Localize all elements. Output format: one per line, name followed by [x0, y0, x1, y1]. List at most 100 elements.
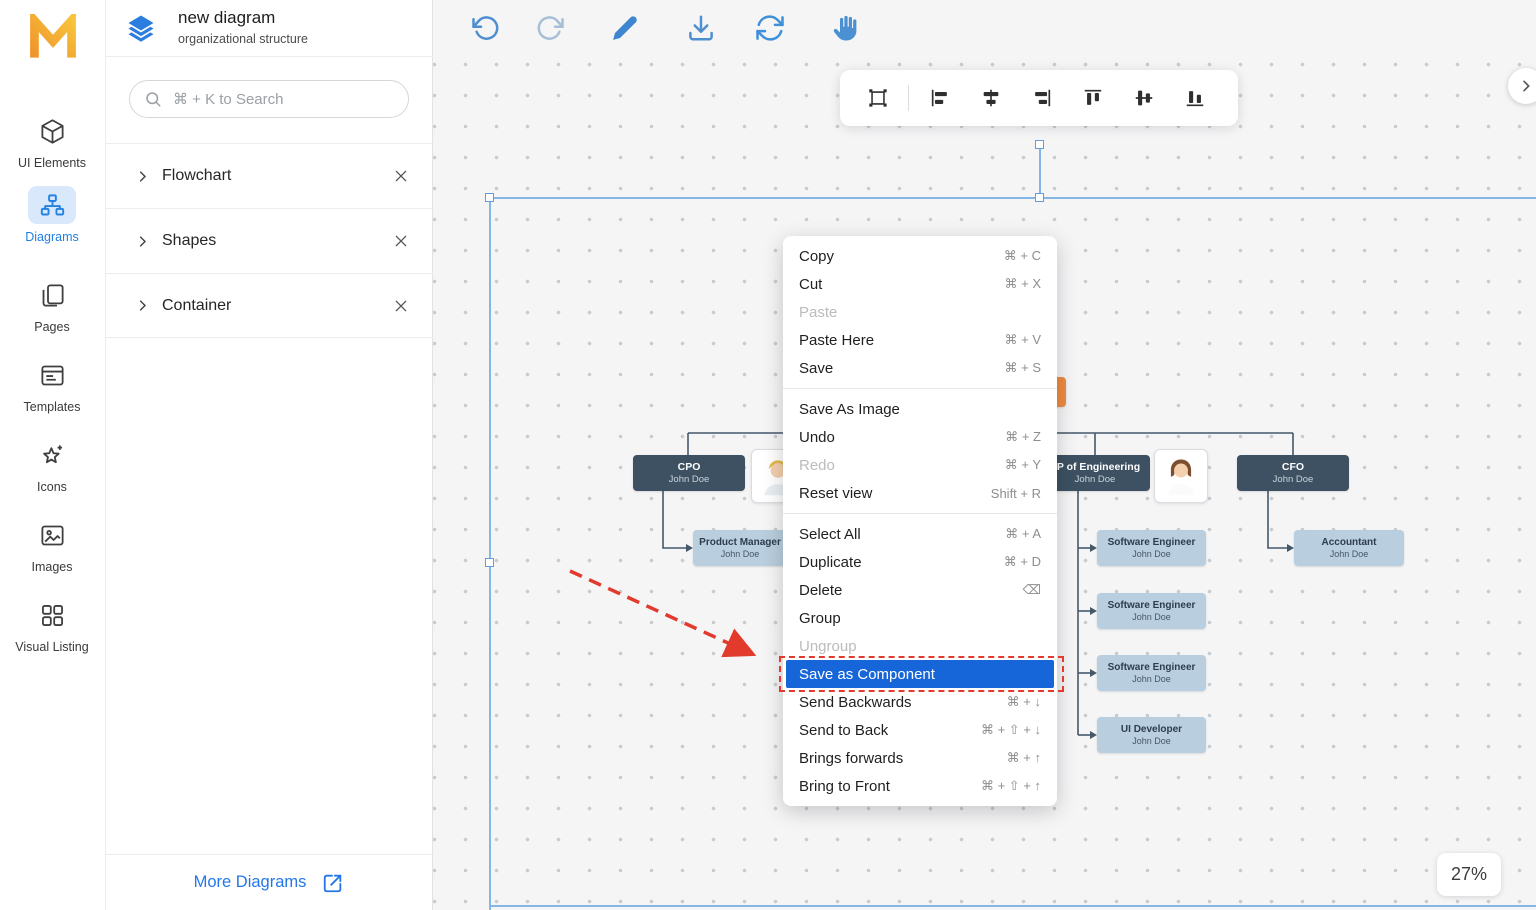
menu-label: Send Backwards	[799, 694, 912, 711]
menu-item-send-backwards[interactable]: Send Backwards⌘ + ↓	[783, 688, 1057, 716]
menu-divider	[783, 388, 1057, 389]
org-node-cfo[interactable]: CFO John Doe	[1237, 455, 1349, 491]
close-icon[interactable]	[393, 233, 409, 249]
node-title: Accountant	[1322, 537, 1377, 548]
selection-handle-top-center[interactable]	[1035, 193, 1044, 202]
menu-item-cut[interactable]: Cut ⌘ + X	[783, 270, 1057, 298]
sidebar-item-templates[interactable]: Templates	[0, 356, 104, 414]
align-middle-vertical-icon[interactable]	[1118, 87, 1169, 109]
menu-label: Send to Back	[799, 722, 888, 739]
org-node-product-manager[interactable]: Product Manager John Doe	[693, 530, 787, 566]
align-bottom-icon[interactable]	[1169, 87, 1220, 109]
org-node-accountant[interactable]: Accountant John Doe	[1294, 530, 1404, 566]
more-diagrams-link[interactable]: More Diagrams	[105, 854, 433, 910]
sync-icon[interactable]	[755, 13, 785, 43]
avatar[interactable]	[1154, 449, 1208, 503]
align-top-icon[interactable]	[1067, 87, 1118, 109]
more-diagrams-label: More Diagrams	[194, 873, 307, 892]
pen-icon[interactable]	[610, 13, 640, 43]
chevron-right-icon[interactable]	[135, 234, 150, 249]
menu-shortcut: ⌘ + X	[1005, 276, 1042, 292]
menu-item-paste-here[interactable]: Paste Here⌘ + V	[783, 326, 1057, 354]
menu-item-bring-to-front[interactable]: Bring to Front⌘ + ⇧ + ↑	[783, 772, 1057, 800]
node-title: CFO	[1282, 461, 1304, 473]
menu-label: Group	[799, 610, 841, 627]
menu-item-duplicate[interactable]: Duplicate ⌘ + D	[783, 548, 1057, 576]
left-panel: new diagram organizational structure Flo…	[105, 0, 433, 910]
menu-label: Save as Component	[799, 666, 935, 683]
sidebar-item-visual-listing[interactable]: Visual Listing	[0, 596, 104, 654]
undo-icon[interactable]	[471, 13, 501, 43]
menu-shortcut: ⌘ + Y	[1005, 457, 1041, 473]
section-shapes[interactable]: Shapes	[105, 208, 433, 273]
selection-handle-left-middle[interactable]	[485, 558, 494, 567]
menu-item-brings-forwards[interactable]: Brings forwards⌘ + ↑	[783, 744, 1057, 772]
node-title: Software Engineer	[1108, 662, 1196, 673]
menu-label: Cut	[799, 276, 822, 293]
menu-label: Copy	[799, 248, 834, 265]
sparkle-star-icon	[28, 436, 76, 474]
menu-item-delete[interactable]: Delete⌫	[783, 576, 1057, 604]
chevron-right-icon[interactable]	[135, 298, 150, 313]
hand-icon[interactable]	[831, 13, 861, 43]
app-window: CPO John Doe VP of Engineering John Doe …	[0, 0, 1536, 910]
expand-panel-button[interactable]	[1508, 68, 1536, 104]
align-left-icon[interactable]	[914, 87, 965, 109]
node-title: CPO	[678, 461, 701, 473]
menu-item-save[interactable]: Save⌘ + S	[783, 354, 1057, 382]
menu-item-group[interactable]: Group	[783, 604, 1057, 632]
menu-item-paste[interactable]: Paste	[783, 298, 1057, 326]
selection-handle-anchor[interactable]	[1035, 140, 1044, 149]
org-node-software-engineer-2[interactable]: Software Engineer John Doe	[1097, 593, 1206, 629]
sidebar-item-label: Icons	[37, 480, 67, 494]
selection-outline-left	[489, 197, 491, 910]
download-icon[interactable]	[686, 13, 716, 43]
align-right-icon[interactable]	[1016, 87, 1067, 109]
menu-label: Select All	[799, 526, 861, 543]
sidebar-item-diagrams[interactable]: Diagrams	[0, 186, 104, 244]
org-node-cpo[interactable]: CPO John Doe	[633, 455, 745, 491]
menu-label: Bring to Front	[799, 778, 890, 795]
menu-item-undo[interactable]: Undo⌘ + Z	[783, 423, 1057, 451]
chevron-right-icon[interactable]	[135, 169, 150, 184]
menu-shortcut: ⌘ + V	[1005, 332, 1042, 348]
search-input[interactable]	[171, 90, 394, 109]
org-node-software-engineer-3[interactable]: Software Engineer John Doe	[1097, 655, 1206, 691]
search-box[interactable]	[129, 80, 409, 118]
menu-item-send-to-back[interactable]: Send to Back⌘ + ⇧ + ↓	[783, 716, 1057, 744]
menu-label: Duplicate	[799, 554, 862, 571]
sidebar-item-label: Templates	[24, 400, 81, 414]
menu-item-reset-view[interactable]: Reset viewShift + R	[783, 479, 1057, 507]
menu-item-save-as-component[interactable]: Save as Component	[786, 660, 1054, 688]
alignment-toolbar	[840, 70, 1238, 126]
sidebar-item-ui-elements[interactable]: UI Elements	[0, 112, 104, 170]
menu-item-select-all[interactable]: Select All⌘ + A	[783, 520, 1057, 548]
node-title: Software Engineer	[1108, 600, 1196, 611]
close-icon[interactable]	[393, 168, 409, 184]
sidebar-item-icons[interactable]: Icons	[0, 436, 104, 494]
section-flowchart[interactable]: Flowchart	[105, 143, 433, 208]
close-icon[interactable]	[393, 298, 409, 314]
org-node-software-engineer-1[interactable]: Software Engineer John Doe	[1097, 530, 1206, 566]
selection-handle-top-left[interactable]	[485, 193, 494, 202]
menu-item-save-as-image[interactable]: Save As Image	[783, 395, 1057, 423]
sidebar-item-pages[interactable]: Pages	[0, 276, 104, 334]
app-logo[interactable]	[26, 14, 80, 62]
menu-item-copy[interactable]: Copy⌘ + C	[783, 242, 1057, 270]
node-title: Software Engineer	[1108, 537, 1196, 548]
section-container[interactable]: Container	[105, 273, 433, 338]
node-name: John Doe	[1132, 674, 1171, 684]
diagram-title: new diagram	[178, 8, 275, 28]
section-label: Shapes	[162, 232, 381, 250]
zoom-level-badge[interactable]: 27%	[1437, 853, 1501, 896]
org-node-ui-developer[interactable]: UI Developer John Doe	[1097, 717, 1206, 753]
redo-icon[interactable]	[535, 13, 565, 43]
node-name: John Doe	[1330, 549, 1369, 559]
menu-item-redo[interactable]: Redo⌘ + Y	[783, 451, 1057, 479]
selection-frame-icon[interactable]	[852, 87, 903, 109]
sidebar-item-images[interactable]: Images	[0, 516, 104, 574]
sidebar-item-label: Pages	[34, 320, 69, 334]
menu-shortcut: ⌘ + D	[1004, 554, 1041, 570]
menu-item-ungroup[interactable]: Ungroup	[783, 632, 1057, 660]
align-center-horizontal-icon[interactable]	[965, 87, 1016, 109]
